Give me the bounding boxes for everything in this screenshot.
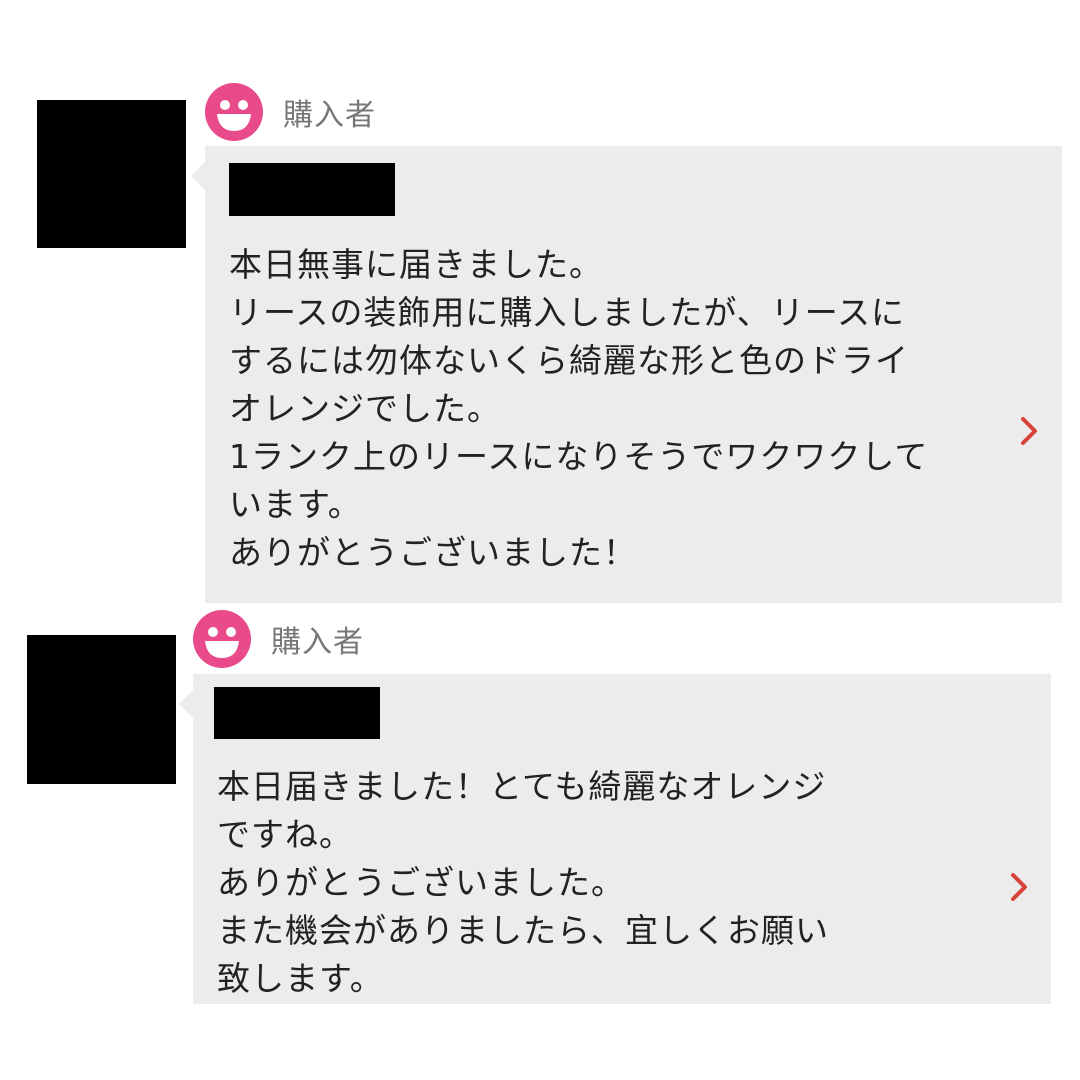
reviewer-name-redacted bbox=[229, 163, 395, 216]
smiley-face-icon bbox=[193, 610, 251, 668]
smiley-face-icon bbox=[205, 83, 263, 141]
avatar-redacted bbox=[37, 100, 186, 248]
review-item: 購入者 本日無事に届きました。 リースの装飾用に購入しましたが、リースに するに… bbox=[0, 0, 1080, 610]
chevron-right-icon[interactable] bbox=[1018, 414, 1040, 448]
review-message-bubble[interactable]: 本日無事に届きました。 リースの装飾用に購入しましたが、リースに するには勿体な… bbox=[191, 146, 1062, 603]
review-message-text: 本日届きました！とても綺麗なオレンジ ですね。 ありがとうございました。 また機… bbox=[217, 767, 829, 998]
bubble-tail bbox=[191, 162, 205, 190]
reviewer-role-header: 購入者 bbox=[205, 83, 376, 141]
reviewer-role-label: 購入者 bbox=[283, 98, 376, 133]
chevron-right-icon[interactable] bbox=[1008, 870, 1030, 904]
avatar-redacted bbox=[27, 635, 176, 784]
review-item: 購入者 本日届きました！とても綺麗なオレンジ ですね。 ありがとうございました。… bbox=[0, 610, 1080, 1010]
review-message-bubble[interactable]: 本日届きました！とても綺麗なオレンジ ですね。 ありがとうございました。 また機… bbox=[179, 674, 1051, 1004]
reviewer-name-redacted bbox=[214, 687, 380, 739]
reviewer-role-header: 購入者 bbox=[193, 610, 364, 668]
reviewer-role-label: 購入者 bbox=[271, 625, 364, 660]
review-message-text: 本日無事に届きました。 リースの装飾用に購入しましたが、リースに するには勿体な… bbox=[229, 245, 929, 572]
bubble-tail bbox=[179, 690, 193, 718]
